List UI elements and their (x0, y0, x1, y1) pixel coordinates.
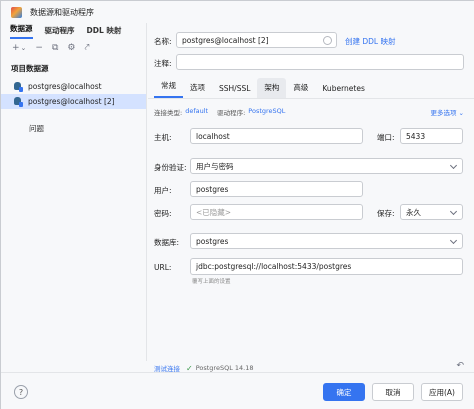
chevron-down-icon (449, 207, 458, 216)
connection-type-value[interactable]: default (185, 107, 208, 117)
url-label: URL: (154, 263, 172, 272)
datasource-form: 名称: postgres@localhost [2] 创建 DDL 映射 注释:… (148, 23, 474, 373)
tab-ssh-ssl[interactable]: SSH/SSL (212, 84, 257, 98)
name-label: 名称: (154, 37, 172, 46)
save-select[interactable]: 永久 (400, 204, 463, 220)
port-label: 端口: (377, 133, 395, 142)
name-input[interactable]: postgres@localhost [2] (176, 32, 337, 48)
test-result: PostgreSQL 14.18 (195, 364, 254, 372)
driver-label: 驱动程序: (217, 109, 246, 117)
create-ddl-mapping-link[interactable]: 创建 DDL 映射 (345, 36, 396, 47)
url-input-value: jdbc:postgresql://localhost:5433/postgre… (196, 262, 352, 271)
dialog-window: 数据源和驱动程序 数据源 驱动程序 DDL 映射 + ⌄ − ⧉ ⚙ ⤤ ← →… (0, 0, 474, 409)
project-datasources-heading: 项目数据源 (11, 64, 49, 73)
database-input-value: postgres (196, 236, 229, 246)
password-placeholder: <已隐藏> (196, 207, 232, 217)
datasource-item-selected[interactable]: postgres@localhost [2] (1, 94, 146, 109)
settings-tabs: 常规 选项 SSH/SSL 架构 高级 Kubernetes (148, 78, 474, 99)
postgresql-icon (13, 81, 23, 92)
database-input[interactable]: postgres (190, 233, 463, 249)
name-input-value: postgres@localhost [2] (182, 35, 269, 45)
tab-ddl-mapping[interactable]: DDL 映射 (87, 25, 122, 39)
ok-button[interactable]: 确定 (323, 383, 365, 401)
url-input[interactable]: jdbc:postgresql://localhost:5433/postgre… (190, 258, 463, 275)
postgresql-icon (13, 96, 23, 107)
auth-select[interactable]: 用户与密码 (190, 158, 463, 174)
app-logo-icon (11, 6, 22, 18)
undo-icon[interactable]: ↶ (456, 361, 464, 371)
apply-button[interactable]: 应用(A) (421, 383, 463, 401)
comment-label: 注释: (154, 59, 172, 68)
auth-label: 身份验证: (154, 163, 187, 172)
user-label: 用户: (154, 186, 172, 195)
remove-icon[interactable]: − (35, 43, 43, 53)
port-input[interactable]: 5433 (400, 128, 463, 144)
tab-advanced[interactable]: 高级 (286, 82, 315, 98)
connection-type-label: 连接类型: (154, 109, 183, 117)
auth-select-value: 用户与密码 (196, 161, 234, 171)
host-input-value: localhost (196, 131, 230, 141)
user-input-value: postgres (196, 184, 229, 194)
chevron-down-icon[interactable]: ⌄ (21, 44, 27, 52)
password-input[interactable]: <已隐藏> (190, 204, 363, 220)
connection-summary: 连接类型: default 驱动程序: PostgreSQL (154, 107, 294, 117)
host-input[interactable]: localhost (190, 128, 363, 144)
comment-input[interactable] (176, 54, 464, 70)
datasource-item[interactable]: postgres@localhost (1, 79, 146, 94)
add-icon[interactable]: + (12, 43, 20, 53)
save-label: 保存: (377, 209, 395, 218)
window-title: 数据源和驱动程序 (30, 7, 94, 17)
problems-item[interactable]: 问题 (29, 123, 146, 134)
help-button[interactable]: ? (14, 385, 28, 399)
host-label: 主机: (154, 133, 172, 142)
copy-icon[interactable]: ⧉ (52, 43, 58, 53)
dialog-footer: ? 确定 取消 应用(A) (1, 372, 474, 409)
sidebar-tabs: 数据源 驱动程序 DDL 映射 (1, 23, 146, 39)
port-input-value: 5433 (406, 131, 426, 141)
driver-value[interactable]: PostgreSQL (248, 107, 285, 117)
tab-options[interactable]: 选项 (183, 82, 212, 98)
tab-general[interactable]: 常规 (154, 80, 183, 98)
settings-icon[interactable]: ⚙ (67, 43, 75, 53)
datasource-item-label: postgres@localhost (28, 82, 102, 91)
title-bar: 数据源和驱动程序 (1, 1, 474, 23)
tab-datasources[interactable]: 数据源 (10, 23, 33, 39)
more-options-link[interactable]: 更多选项 ⌄ (430, 107, 464, 117)
password-label: 密码: (154, 209, 172, 218)
tab-kubernetes[interactable]: Kubernetes (315, 84, 371, 98)
chevron-down-icon (449, 161, 458, 170)
tab-drivers[interactable]: 驱动程序 (45, 25, 75, 39)
color-picker-icon[interactable] (323, 36, 332, 45)
url-hint: 覆写上面的设置 (192, 279, 231, 285)
datasource-sidebar: 数据源 驱动程序 DDL 映射 + ⌄ − ⧉ ⚙ ⤤ ← → 项目数据源 po… (1, 23, 474, 383)
tab-schemas[interactable]: 架构 (257, 78, 287, 98)
chevron-down-icon (449, 236, 458, 245)
save-select-value: 永久 (406, 207, 421, 217)
database-label: 数据库: (154, 238, 180, 247)
user-input[interactable]: postgres (190, 181, 363, 197)
cancel-button[interactable]: 取消 (372, 383, 414, 401)
datasource-item-label: postgres@localhost [2] (28, 97, 115, 106)
export-icon[interactable]: ⤤ (84, 43, 89, 53)
sidebar-toolbar: + ⌄ − ⧉ ⚙ ⤤ ← → (1, 39, 474, 383)
